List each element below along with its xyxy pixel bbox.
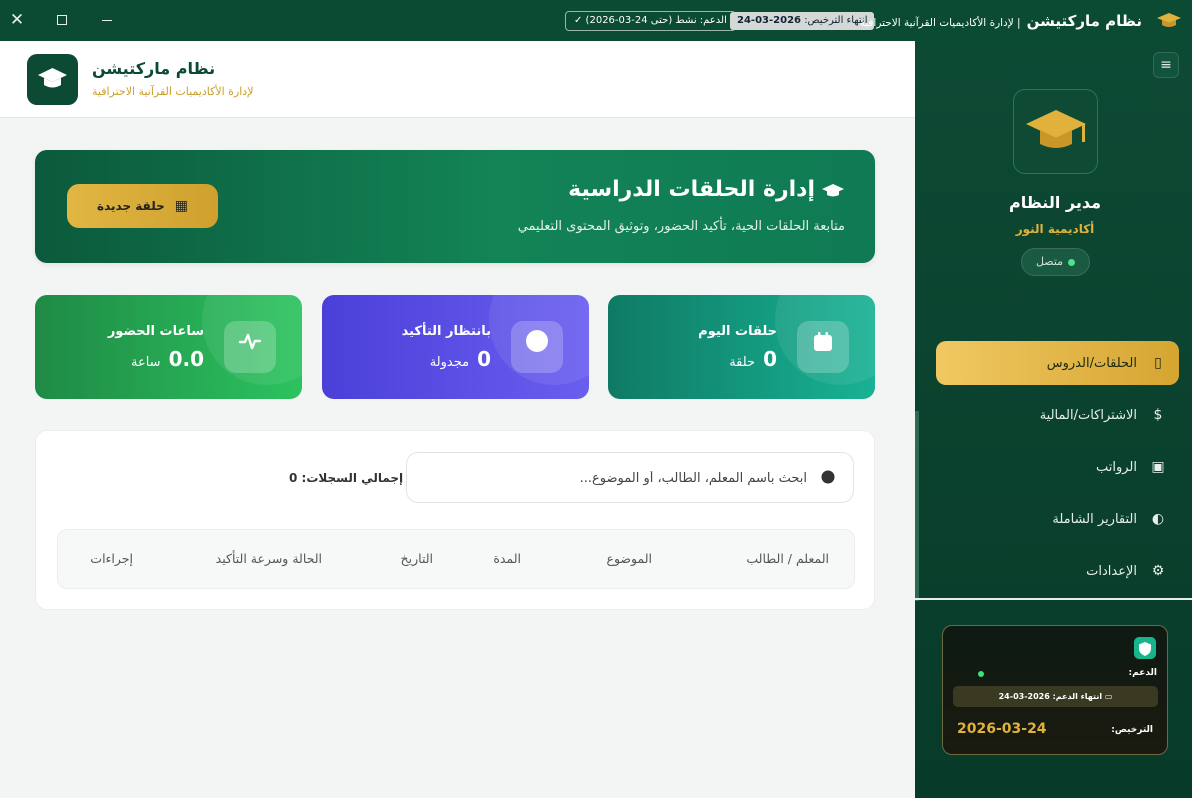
stat-value: 0 حلقة — [729, 347, 777, 371]
stat-value: 0 مجدولة — [430, 347, 491, 371]
online-status-badge: متصل — [1021, 248, 1090, 276]
sidebar-item-settings[interactable]: ⚙ الإعدادات — [936, 549, 1179, 593]
records-panel: إجمالي السجلات: 0 المعلم / الطالب الموضو… — [35, 430, 875, 610]
support-end-row: ▭ انتهاء الدعم: 2026-03-24 — [953, 686, 1158, 707]
graduation-cap-icon — [1157, 13, 1181, 27]
titlebar-app-name: نظام ماركتيشن — [1026, 12, 1142, 30]
column-header-status[interactable]: الحالة وسرعة التأكيد — [216, 551, 322, 566]
new-session-label: حلقة جديدة — [97, 199, 165, 213]
titlebar-app-title: نظام ماركتيشن | لإدارة الأكاديميات القرآن… — [860, 10, 1142, 34]
stat-number: 0 — [477, 347, 491, 371]
online-status-label: متصل — [1035, 255, 1064, 268]
page-title: إدارة الحلقات الدراسية — [568, 177, 815, 202]
dollar-icon: $ — [1153, 407, 1163, 423]
column-header-topic[interactable]: الموضوع — [607, 551, 653, 566]
stat-card-today-sessions: حلقات اليوم 0 حلقة — [608, 295, 875, 399]
window-minimize-button[interactable] — [97, 10, 117, 30]
sidebar-user-name: مدير النظام — [1008, 193, 1102, 212]
stat-number: 0 — [763, 347, 777, 371]
online-dot-icon — [1068, 258, 1076, 266]
book-icon: ▯ — [1154, 355, 1162, 371]
stat-card-pending-confirmation: بانتظار التأكيد 0 مجدولة — [322, 295, 589, 399]
sidebar-toggle-button[interactable]: ≡ — [1153, 52, 1179, 78]
support-active-dot-icon — [978, 671, 984, 677]
shield-icon — [1134, 637, 1156, 659]
page-subtitle: متابعة الحلقات الحية، تأكيد الحضور، وتوث… — [517, 219, 845, 234]
pending-circle-icon — [511, 321, 563, 373]
sidebar: ≡ مدير النظام أكاديمية النور متصل ▯ الحلق… — [915, 41, 1192, 798]
sidebar-divider — [915, 598, 1192, 600]
stat-label: بانتظار التأكيد — [401, 324, 491, 339]
column-header-teacher-student[interactable]: المعلم / الطالب — [746, 551, 829, 566]
stat-unit: ساعة — [130, 355, 161, 370]
new-session-button[interactable]: ▦ حلقة جديدة — [67, 184, 218, 228]
gear-icon: ⚙ — [1151, 563, 1165, 579]
calendar-icon: ▦ — [174, 198, 188, 214]
header-app-subtitle: لإدارة الأكاديميات القرآنية الاحترافية — [92, 85, 254, 98]
wallet-icon: ▣ — [1151, 459, 1165, 475]
menu-icon: ≡ — [1160, 57, 1172, 73]
support-status-badge: الدعم: نشط (حتى 24-03-2026) ✓ — [565, 11, 736, 31]
sidebar-item-label: الإعدادات — [1086, 564, 1137, 579]
license-expiry-date: 2026-03-24 — [737, 15, 801, 26]
table-header: المعلم / الطالب الموضوع المدة التاريخ ال… — [57, 529, 855, 589]
sidebar-item-sessions[interactable]: ▯ الحلقات/الدروس — [936, 341, 1179, 385]
sidebar-scrollbar[interactable] — [915, 411, 919, 601]
sidebar-item-label: الرواتب — [1095, 460, 1137, 475]
header-logo — [27, 54, 78, 105]
sidebar-academy-name: أكاديمية النور — [1015, 222, 1095, 236]
stat-unit: حلقة — [729, 355, 756, 370]
calendar-icon: ▭ — [1102, 692, 1113, 701]
pie-chart-icon: ◐ — [1151, 511, 1165, 527]
license-card-support-label: الدعم: — [1128, 668, 1157, 678]
graduation-cap-icon — [38, 68, 67, 88]
total-records-label: إجمالي السجلات: — [301, 471, 404, 485]
column-header-duration[interactable]: المدة — [493, 551, 521, 566]
search-box[interactable] — [406, 452, 854, 503]
minimize-icon — [102, 19, 112, 22]
header-app-name: نظام ماركتيشن — [92, 59, 216, 78]
column-header-actions[interactable]: إجراءات — [90, 551, 133, 566]
app-header: نظام ماركتيشن لإدارة الأكاديميات القرآني… — [0, 41, 915, 118]
sidebar-item-salaries[interactable]: ▣ الرواتب — [936, 445, 1179, 489]
titlebar-app-tagline: | لإدارة الأكاديميات القرآنية الاحترافية — [859, 17, 1021, 29]
page-banner: إدارة الحلقات الدراسية متابعة الحلقات ال… — [35, 150, 875, 263]
stat-label: ساعات الحضور — [107, 324, 204, 339]
stat-unit: مجدولة — [429, 355, 470, 370]
window-titlebar: ✕ الدعم: نشط (حتى 24-03-2026) ✓ انتهاء ا… — [0, 0, 1192, 41]
calendar-icon — [797, 321, 849, 373]
sidebar-item-subscriptions[interactable]: $ الاشتراكات/المالية — [936, 393, 1179, 437]
column-header-date[interactable]: التاريخ — [401, 551, 433, 566]
stat-value: 0.0 ساعة — [131, 347, 204, 371]
license-card: الدعم: ▭ انتهاء الدعم: 2026-03-24 الترخي… — [942, 625, 1168, 755]
total-records-value: 0 — [289, 471, 298, 485]
activity-icon — [224, 321, 276, 373]
sidebar-item-label: الحلقات/الدروس — [1046, 356, 1137, 371]
license-expiry-badge: انتهاء الترخيص: 2026-03-24 — [730, 12, 875, 30]
window-close-button[interactable]: ✕ — [7, 10, 27, 30]
search-input[interactable] — [427, 467, 807, 489]
maximize-icon — [57, 15, 67, 25]
graduation-cap-icon — [822, 184, 844, 197]
sidebar-item-reports[interactable]: ◐ التقارير الشاملة — [936, 497, 1179, 541]
license-expiry-label: انتهاء الترخيص: — [804, 15, 868, 26]
license-card-license-label: الترخيص: — [1111, 725, 1153, 735]
sidebar-item-label: الاشتراكات/المالية — [1039, 408, 1137, 423]
stat-label: حلقات اليوم — [698, 324, 777, 339]
support-end-text: انتهاء الدعم: 2026-03-24 — [998, 692, 1103, 701]
sidebar-logo — [1013, 89, 1098, 174]
sidebar-item-label: التقارير الشاملة — [1052, 512, 1137, 527]
stat-number: 0.0 — [168, 347, 204, 371]
search-icon — [821, 470, 835, 484]
window-maximize-button[interactable] — [52, 10, 72, 30]
graduation-cap-icon — [1026, 110, 1086, 148]
stat-card-attendance-hours: ساعات الحضور 0.0 ساعة — [35, 295, 302, 399]
total-records: إجمالي السجلات: 0 — [289, 471, 403, 485]
license-card-license-value: 2026-03-24 — [957, 721, 1047, 737]
